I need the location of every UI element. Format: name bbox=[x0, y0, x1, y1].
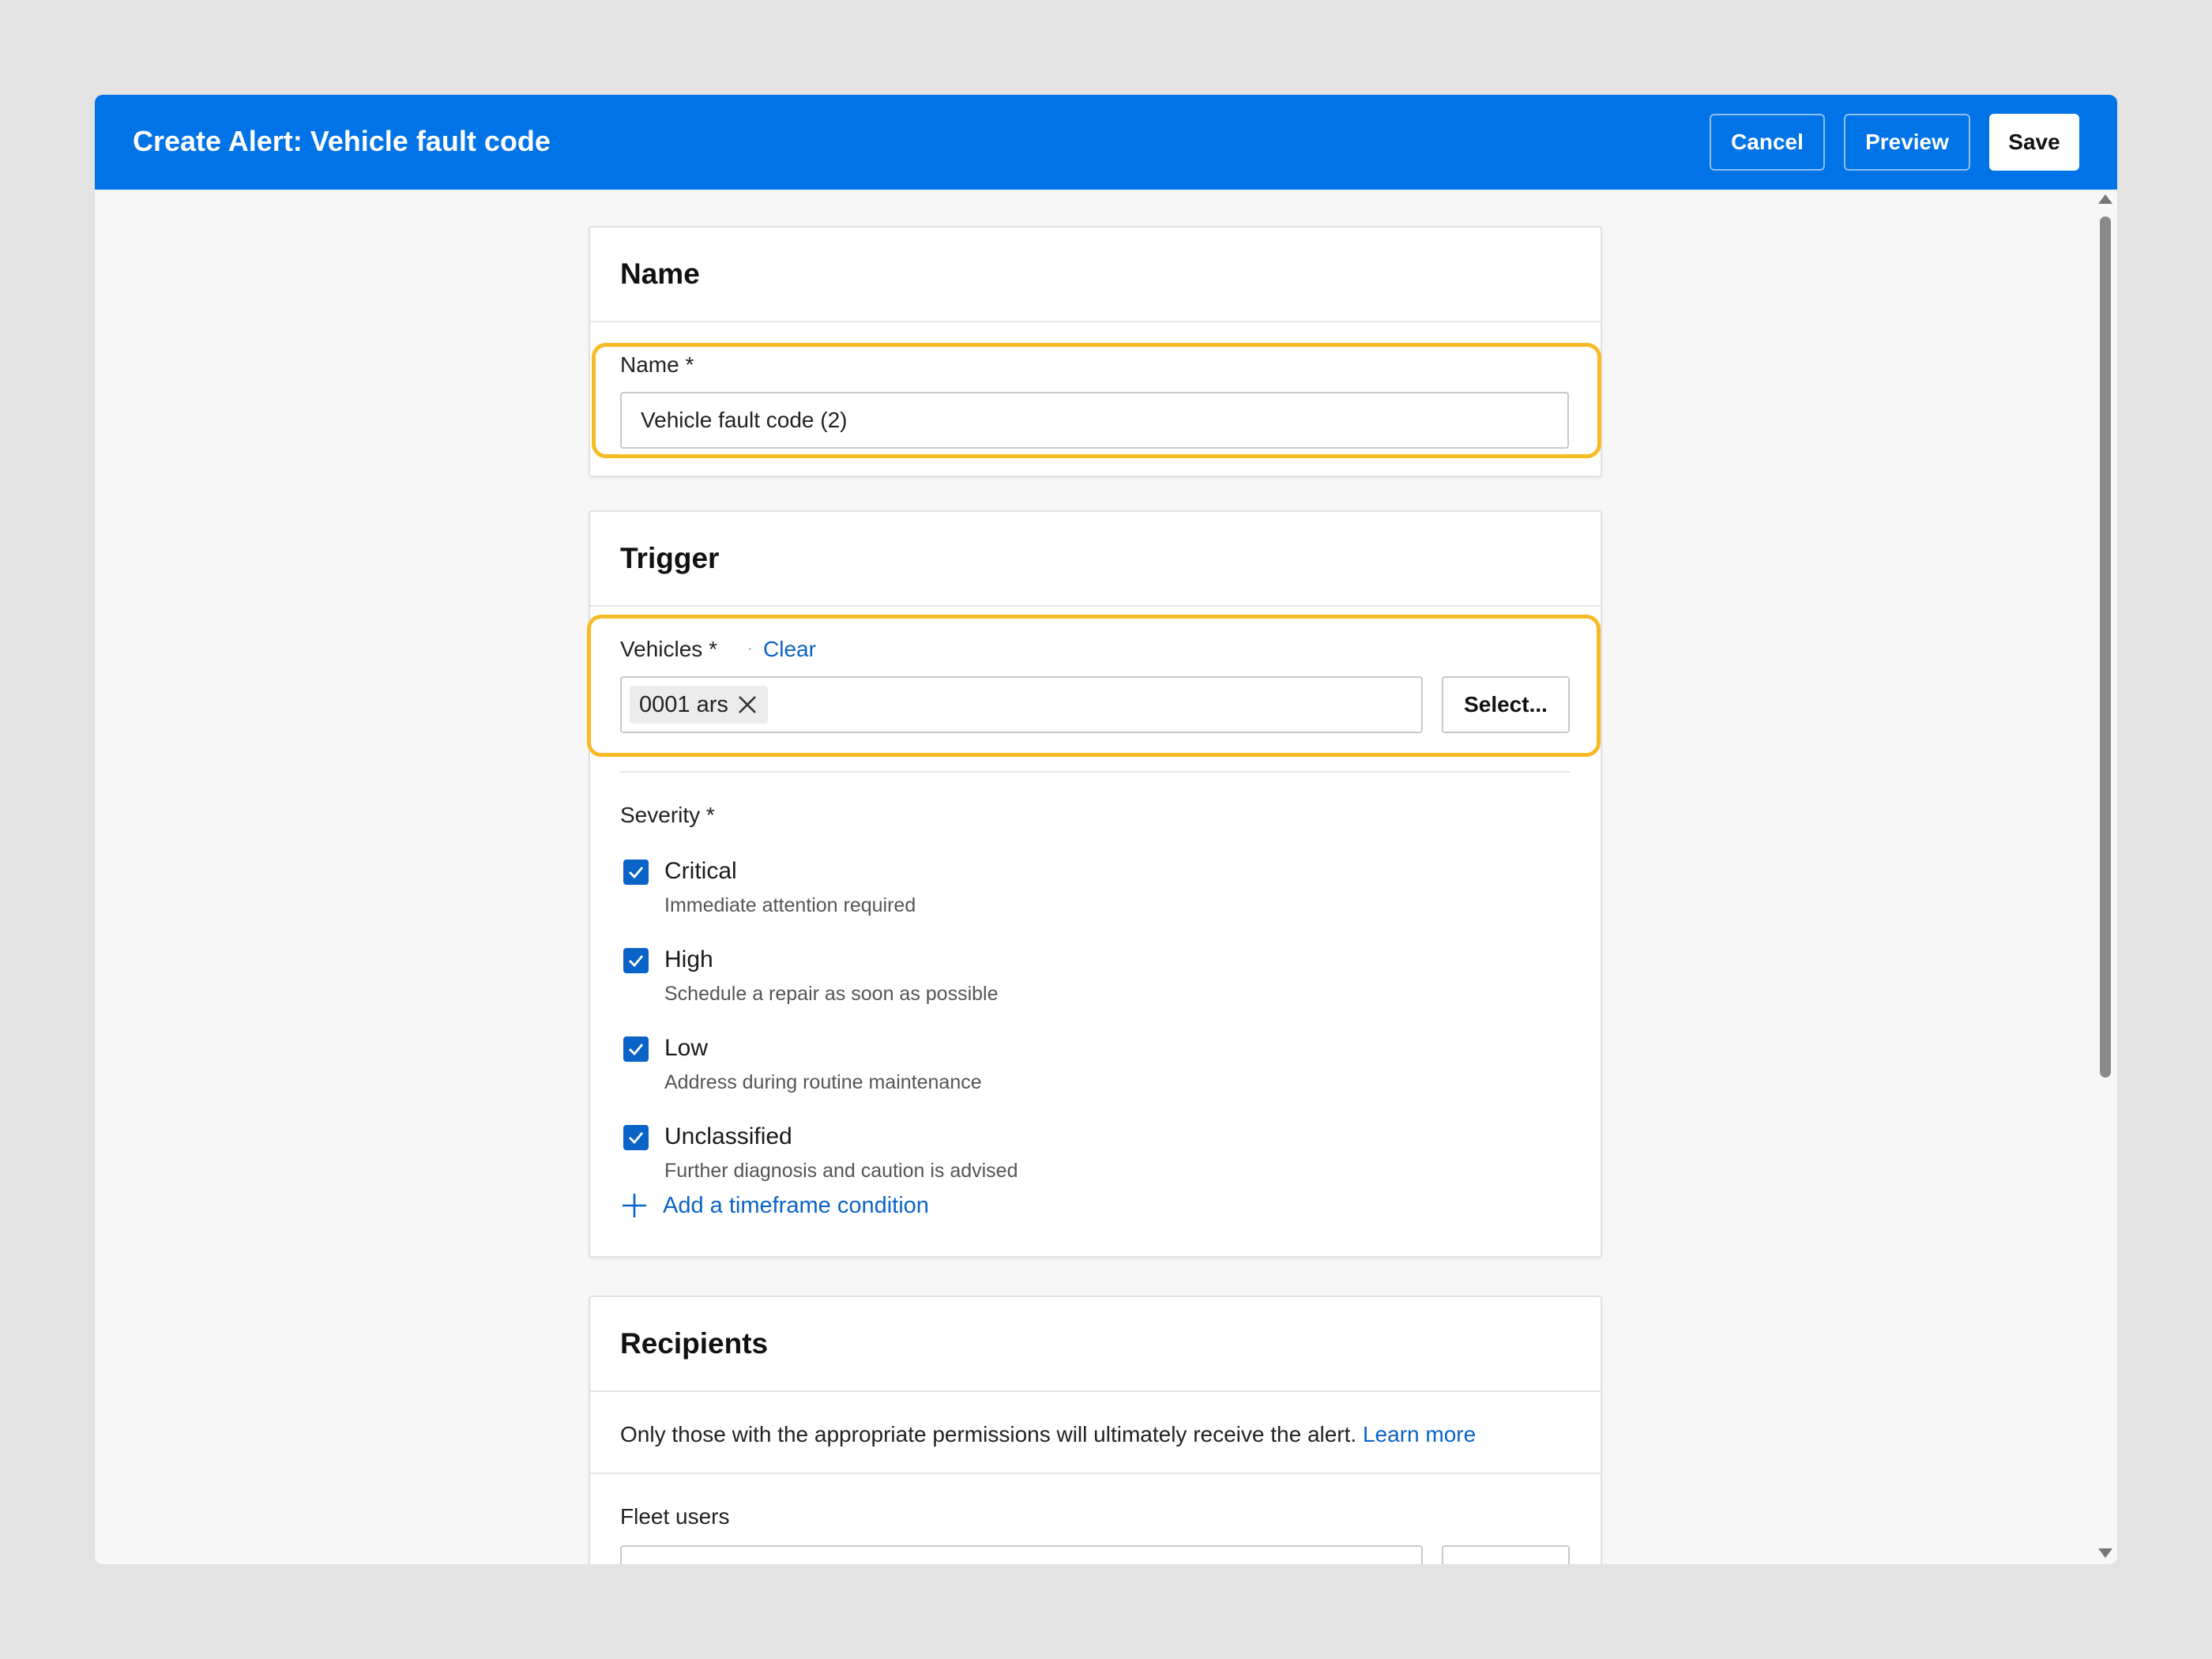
trigger-card: Trigger Vehicles * · Clear 0001 ars Sele… bbox=[587, 510, 1602, 1258]
plus-icon bbox=[623, 1194, 646, 1217]
vertical-scrollbar[interactable] bbox=[2092, 190, 2117, 1564]
low-checkbox[interactable] bbox=[623, 1036, 649, 1062]
severity-option-description: Address during routine maintenance bbox=[664, 1071, 982, 1093]
divider bbox=[590, 605, 1601, 607]
high-checkbox[interactable] bbox=[623, 948, 649, 973]
cancel-button[interactable]: Cancel bbox=[1710, 114, 1825, 171]
vehicle-chip: 0001 ars bbox=[630, 686, 768, 724]
form-content[interactable]: Name Name * Trigger Vehicles * · Clear 0… bbox=[95, 190, 2117, 1564]
recipients-card: Recipients Only those with the appropria… bbox=[589, 1296, 1602, 1564]
name-card: Name Name * bbox=[589, 226, 1602, 477]
close-icon[interactable] bbox=[736, 694, 758, 716]
add-timeframe-label: Add a timeframe condition bbox=[663, 1192, 929, 1218]
unclassified-checkbox[interactable] bbox=[623, 1125, 649, 1150]
vehicle-chip-label: 0001 ars bbox=[639, 691, 728, 717]
divider bbox=[620, 771, 1570, 773]
severity-label: Severity * bbox=[620, 803, 715, 827]
page-title: Create Alert: Vehicle fault code bbox=[133, 125, 551, 157]
scroll-thumb[interactable] bbox=[2100, 216, 2111, 1078]
scroll-up-arrow-icon[interactable] bbox=[2098, 194, 2112, 204]
recipients-info-text: Only those with the appropriate permissi… bbox=[620, 1422, 1357, 1446]
severity-option-label: Unclassified bbox=[664, 1123, 792, 1149]
clear-vehicles-link[interactable]: Clear bbox=[763, 637, 816, 662]
severity-option-high[interactable]: High Schedule a repair as soon as possib… bbox=[620, 946, 1331, 1035]
save-button[interactable]: Save bbox=[1989, 114, 2079, 171]
fleet-users-input[interactable] bbox=[620, 1545, 1423, 1564]
severity-option-label: High bbox=[664, 946, 713, 972]
severity-option-label: Critical bbox=[664, 858, 737, 884]
severity-option-description: Immediate attention required bbox=[664, 894, 916, 916]
severity-option-label: Low bbox=[664, 1035, 709, 1061]
critical-checkbox[interactable] bbox=[623, 860, 649, 885]
vehicles-label: Vehicles * bbox=[620, 637, 717, 661]
scroll-down-arrow-icon[interactable] bbox=[2098, 1548, 2112, 1558]
separator-dot: · bbox=[747, 640, 753, 657]
recipients-section-title: Recipients bbox=[620, 1327, 769, 1360]
name-input[interactable] bbox=[620, 392, 1569, 449]
add-timeframe-link[interactable]: Add a timeframe condition bbox=[620, 1190, 929, 1221]
recipients-info: Only those with the appropriate permissi… bbox=[620, 1422, 1476, 1447]
severity-option-critical[interactable]: Critical Immediate attention required bbox=[620, 858, 1331, 946]
select-fleet-users-button[interactable]: Select... bbox=[1442, 1545, 1570, 1564]
divider bbox=[590, 1473, 1601, 1474]
name-section-title: Name bbox=[620, 258, 700, 290]
vehicles-token-input[interactable]: 0001 ars bbox=[620, 676, 1423, 733]
divider bbox=[590, 321, 1601, 322]
name-field-label: Name * bbox=[620, 352, 694, 377]
preview-button[interactable]: Preview bbox=[1844, 114, 1970, 171]
select-vehicles-button[interactable]: Select... bbox=[1442, 676, 1570, 733]
fleet-users-label: Fleet users bbox=[620, 1504, 730, 1529]
severity-option-description: Further diagnosis and caution is advised bbox=[664, 1160, 1018, 1182]
divider bbox=[590, 1390, 1601, 1392]
header-bar: Create Alert: Vehicle fault code Cancel … bbox=[95, 95, 2117, 190]
app-window: Create Alert: Vehicle fault code Cancel … bbox=[95, 95, 2117, 1564]
severity-option-low[interactable]: Low Address during routine maintenance bbox=[620, 1035, 1331, 1123]
learn-more-link[interactable]: Learn more bbox=[1363, 1422, 1476, 1446]
trigger-section-title: Trigger bbox=[620, 542, 720, 574]
severity-option-description: Schedule a repair as soon as possible bbox=[664, 983, 999, 1005]
